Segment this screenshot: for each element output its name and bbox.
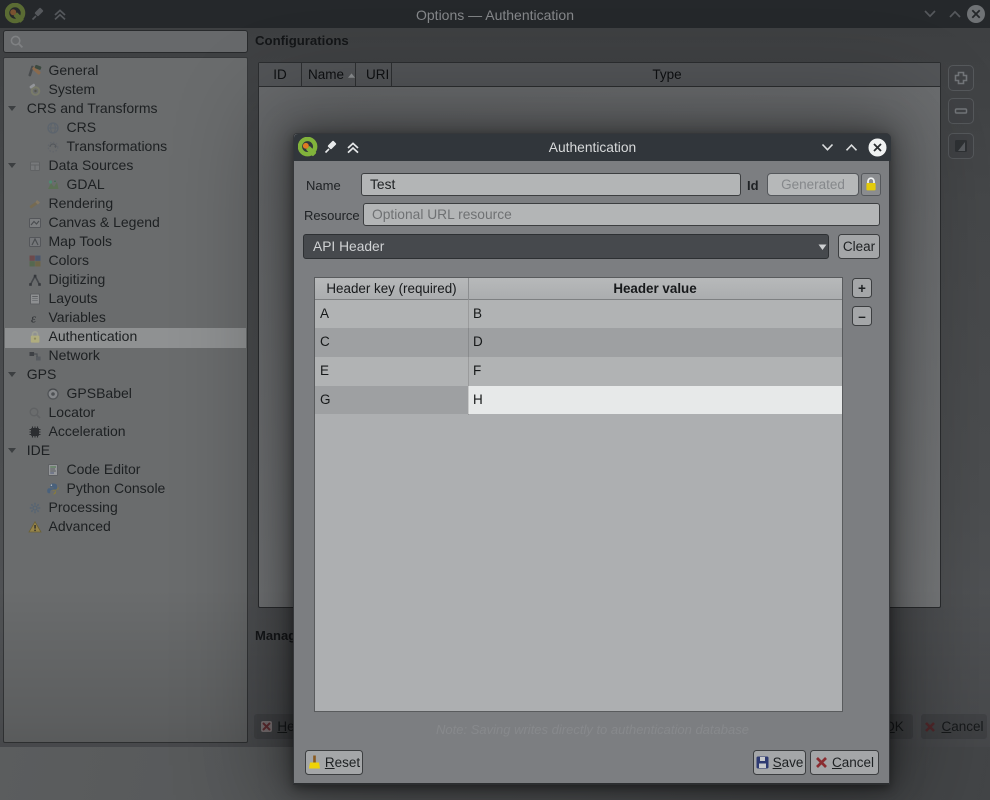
svg-text:ε: ε: [31, 311, 37, 325]
